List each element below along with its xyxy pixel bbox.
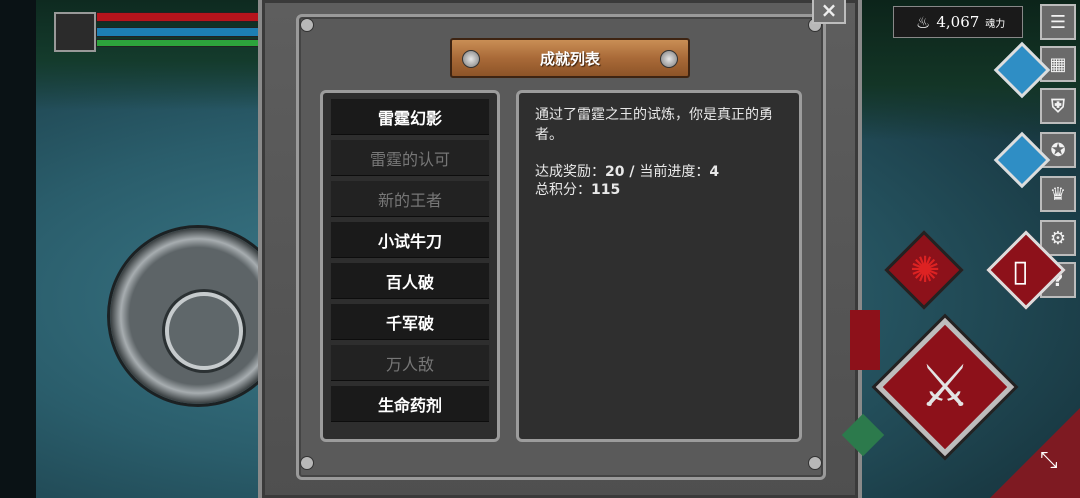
title-plank: 成就列表 xyxy=(450,38,690,78)
map-icon: ▦ xyxy=(1049,53,1067,75)
total-score-line: 总积分：115 xyxy=(535,181,783,199)
nail-icon xyxy=(660,50,678,68)
achievement-item[interactable]: 雷霆幻影 xyxy=(331,99,489,135)
player-avatar[interactable] xyxy=(54,12,96,52)
gear-icon: ⚙ xyxy=(1049,227,1067,249)
flame-icon: ♨ xyxy=(916,12,931,32)
red-corner-decoration xyxy=(990,408,1080,498)
achievement-item[interactable]: 生命药剂 xyxy=(331,386,489,422)
soul-currency: ♨ 4,067 魂力 xyxy=(893,6,1023,38)
achievement-label: 生命药剂 xyxy=(377,395,442,415)
total-label: 总积分： xyxy=(535,182,591,198)
achievement-label: 新的王者 xyxy=(377,190,442,210)
skill-button-partial[interactable] xyxy=(850,310,880,370)
achievement-panel: 成就列表 雷霆幻影 雷霆的认可 新的王者 小试牛刀 百人破 千军破 万人敌 生命… xyxy=(258,0,862,498)
close-button[interactable]: × xyxy=(812,0,846,24)
scene-shadow xyxy=(0,0,36,498)
medallion-icon: ✪ xyxy=(1050,139,1066,161)
achievement-item[interactable]: 百人破 xyxy=(331,263,489,299)
door-icon: ▯ xyxy=(1012,254,1029,289)
stamina-bar xyxy=(96,39,263,47)
reward-progress-line: 达成奖励：20 / 当前进度：4 xyxy=(535,163,783,181)
achievement-item[interactable]: 万人敌 xyxy=(331,345,489,381)
expand-icon[interactable]: ⤡ xyxy=(1040,448,1058,473)
achievement-label: 小试牛刀 xyxy=(377,231,442,251)
achievement-button[interactable]: ♛ xyxy=(1040,176,1076,212)
crown-icon: ♛ xyxy=(1049,183,1067,205)
separator: / xyxy=(624,164,640,180)
health-bar xyxy=(96,12,263,22)
armor-icon: ⛨ xyxy=(1051,95,1065,117)
total-value: 115 xyxy=(591,182,621,198)
progress-value: 4 xyxy=(709,164,720,180)
panel-title: 成就列表 xyxy=(539,49,600,68)
claw-icon: ✺ xyxy=(910,250,941,291)
rivet xyxy=(300,456,314,470)
reward-value: 20 xyxy=(605,164,625,180)
soul-amount: 4,067 xyxy=(936,13,980,31)
menu-button[interactable]: ☰ xyxy=(1040,4,1076,40)
achievement-label: 百人破 xyxy=(385,272,434,292)
achievement-label: 万人敌 xyxy=(385,354,434,374)
achievement-detail: 通过了雷霆之王的试炼，你是真正的勇者。 达成奖励：20 / 当前进度：4 总积分… xyxy=(516,90,802,442)
close-icon: × xyxy=(820,0,838,22)
soul-label: 魂力 xyxy=(985,18,1006,30)
achievement-label: 千军破 xyxy=(385,313,434,333)
achievement-label: 雷霆幻影 xyxy=(377,108,442,128)
achievement-item[interactable]: 千军破 xyxy=(331,304,489,340)
achievement-item[interactable]: 新的王者 xyxy=(331,181,489,217)
map-button[interactable]: ▦ xyxy=(1040,46,1076,82)
rivet xyxy=(808,456,822,470)
menu-icon: ☰ xyxy=(1049,11,1067,33)
joystick-thumb[interactable] xyxy=(165,292,243,370)
mana-bar xyxy=(96,27,263,37)
crossed-swords-icon: ⚔ xyxy=(919,352,971,420)
armor-button[interactable]: ⛨ xyxy=(1040,88,1076,124)
progress-label: 当前进度： xyxy=(639,164,710,180)
reward-label: 达成奖励： xyxy=(535,164,605,180)
achievement-item[interactable]: 小试牛刀 xyxy=(331,222,489,258)
nail-icon xyxy=(462,50,480,68)
rivet xyxy=(300,18,314,32)
achievement-item[interactable]: 雷霆的认可 xyxy=(331,140,489,176)
achievement-label: 雷霆的认可 xyxy=(369,149,450,169)
achievement-list[interactable]: 雷霆幻影 雷霆的认可 新的王者 小试牛刀 百人破 千军破 万人敌 生命药剂 xyxy=(320,90,500,442)
achievement-description: 通过了雷霆之王的试炼，你是真正的勇者。 xyxy=(535,107,773,143)
